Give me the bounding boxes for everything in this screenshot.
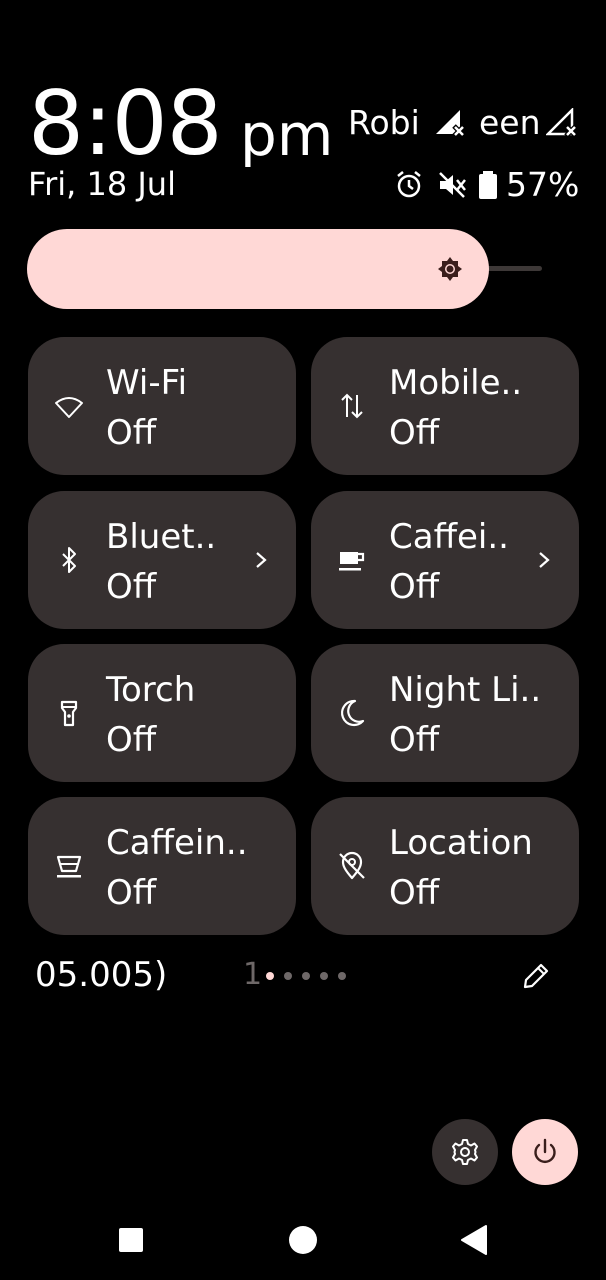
brightness-icon (438, 257, 462, 281)
tile-state: Off (389, 413, 440, 453)
coffee-cup-icon (339, 552, 365, 571)
signal-no-service-icon (436, 110, 466, 138)
power-button[interactable] (512, 1119, 578, 1185)
tile-label: Caffein.. (106, 823, 248, 863)
tile-label: Caffei.. (389, 517, 509, 557)
wifi-icon (55, 397, 83, 418)
tile-state: Off (106, 720, 157, 760)
back-button[interactable] (460, 1225, 488, 1255)
clock-ampm: pm (240, 101, 334, 169)
battery-icon (479, 171, 497, 199)
tile-state: Off (389, 567, 440, 607)
alarm-icon (397, 171, 421, 198)
tile-location[interactable]: Location Off (311, 797, 579, 935)
tile-mobile-data[interactable]: Mobile.. Off (311, 337, 579, 475)
tile-state: Off (106, 413, 157, 453)
page-indicator (266, 972, 346, 980)
edit-icon[interactable] (520, 960, 552, 992)
settings-button[interactable] (432, 1119, 498, 1185)
brightness-slider-track[interactable] (480, 266, 542, 271)
page-dot (284, 972, 292, 980)
build-number[interactable]: 05.005) (35, 958, 167, 992)
tile-wifi[interactable]: Wi-Fi Off (28, 337, 296, 475)
tile-state: Off (106, 873, 157, 913)
page-dot (266, 972, 274, 980)
tile-state: Off (389, 873, 440, 913)
moon-icon (340, 699, 365, 726)
cup-icon (56, 855, 82, 878)
vibrate-off-icon (439, 172, 466, 198)
signal-no-service-icon (546, 108, 578, 138)
recents-button[interactable] (118, 1227, 144, 1253)
bluetooth-icon (62, 547, 76, 573)
page-number: 1 (243, 957, 263, 992)
tile-night-light[interactable]: Night Li.. Off (311, 644, 579, 782)
tile-torch[interactable]: Torch Off (28, 644, 296, 782)
tile-label: Bluet.. (106, 517, 217, 557)
tile-state: Off (106, 567, 157, 607)
tile-bluetooth[interactable]: Bluet.. Off (28, 491, 296, 629)
tile-label: Night Li.. (389, 670, 542, 710)
chevron-right-icon[interactable] (254, 547, 268, 573)
carrier-1-label: Robi (348, 103, 420, 142)
gear-icon (452, 1139, 478, 1165)
location-off-icon (339, 851, 365, 880)
tile-caffeine-2[interactable]: Caffein.. Off (28, 797, 296, 935)
page-dot (302, 972, 310, 980)
date-label[interactable]: Fri, 18 Jul (28, 168, 176, 200)
battery-percent: 57% (506, 165, 580, 204)
home-button[interactable] (288, 1225, 318, 1255)
tile-label: Location (389, 823, 533, 863)
tile-label: Torch (106, 670, 196, 710)
power-icon (534, 1138, 556, 1163)
mobile-data-icon (341, 393, 363, 419)
page-dot (320, 972, 328, 980)
clock-time[interactable]: 8:08 (28, 80, 223, 168)
tile-state: Off (389, 720, 440, 760)
tile-label: Wi-Fi (106, 363, 188, 403)
tile-label: Mobile.. (389, 363, 523, 403)
chevron-right-icon[interactable] (537, 547, 551, 573)
page-dot (338, 972, 346, 980)
tile-caffeine[interactable]: Caffei.. Off (311, 491, 579, 629)
torch-icon (60, 700, 78, 727)
carrier-2-label: een (479, 103, 541, 142)
brightness-slider[interactable] (27, 229, 489, 309)
